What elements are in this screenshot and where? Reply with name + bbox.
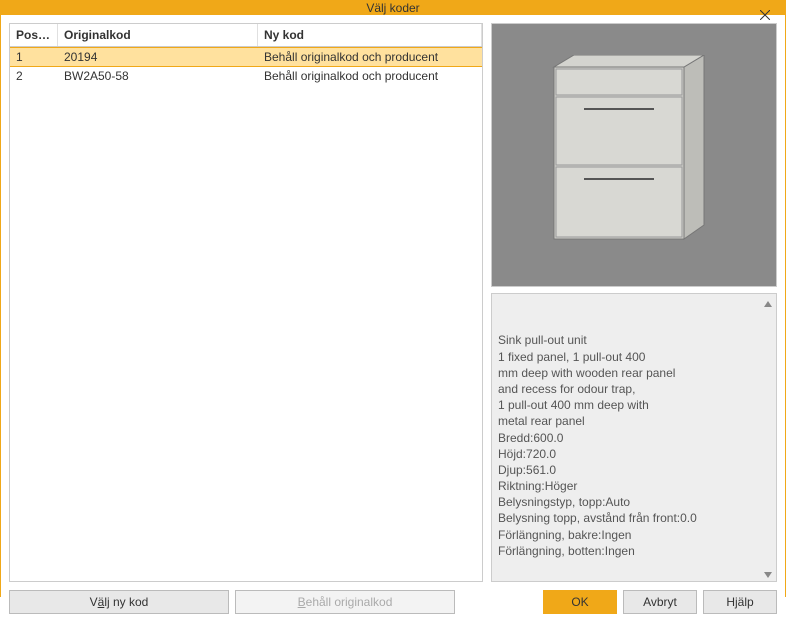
btn-text: ehåll originalkod xyxy=(306,595,393,609)
code-table: Positi… Originalkod Ny kod 120194Behåll … xyxy=(9,23,483,582)
btn-text: Hjälp xyxy=(726,595,753,609)
info-text: Sink pull-out unit 1 fixed panel, 1 pull… xyxy=(498,333,697,557)
btn-text-u: ä xyxy=(98,595,105,609)
valj-ny-kod-button[interactable]: Välj ny kod xyxy=(9,590,229,614)
cabinet-preview-icon xyxy=(544,55,724,255)
btn-text: lj ny kod xyxy=(104,595,148,609)
button-bar: Välj ny kod Behåll originalkod OK Avbryt… xyxy=(9,590,777,614)
table-row[interactable]: 120194Behåll originalkod och producent xyxy=(10,47,482,67)
cell-originalkod: 20194 xyxy=(58,48,258,66)
btn-text: Avbryt xyxy=(643,595,677,609)
scroll-down-icon[interactable] xyxy=(763,568,773,578)
dialog-window: Välj koder Positi… Originalkod Ny kod 12… xyxy=(0,0,786,597)
table-header: Positi… Originalkod Ny kod xyxy=(10,24,482,47)
behall-originalkod-button: Behåll originalkod xyxy=(235,590,455,614)
ok-button[interactable]: OK xyxy=(543,590,617,614)
preview-pane[interactable] xyxy=(491,23,777,287)
table-body: 120194Behåll originalkod och producent2B… xyxy=(10,47,482,581)
titlebar: Välj koder xyxy=(1,1,785,15)
cell-nykod: Behåll originalkod och producent xyxy=(258,67,482,85)
btn-text: V xyxy=(90,595,98,609)
dialog-body: Positi… Originalkod Ny kod 120194Behåll … xyxy=(1,15,785,622)
right-panel: Sink pull-out unit 1 fixed panel, 1 pull… xyxy=(491,23,777,582)
btn-text-u: B xyxy=(298,595,306,609)
cell-position: 1 xyxy=(10,48,58,66)
hjalp-button[interactable]: Hjälp xyxy=(703,590,777,614)
table-row[interactable]: 2BW2A50-58Behåll originalkod och produce… xyxy=(10,67,482,86)
cell-originalkod: BW2A50-58 xyxy=(58,67,258,85)
column-header-nykod[interactable]: Ny kod xyxy=(258,24,482,46)
avbryt-button[interactable]: Avbryt xyxy=(623,590,697,614)
scroll-up-icon[interactable] xyxy=(763,297,773,307)
cell-position: 2 xyxy=(10,67,58,85)
close-icon xyxy=(760,10,770,20)
main-area: Positi… Originalkod Ny kod 120194Behåll … xyxy=(9,23,777,582)
info-box: Sink pull-out unit 1 fixed panel, 1 pull… xyxy=(491,293,777,582)
column-header-position[interactable]: Positi… xyxy=(10,24,58,46)
spacer xyxy=(461,590,537,614)
column-header-originalkod[interactable]: Originalkod xyxy=(58,24,258,46)
dialog-title: Välj koder xyxy=(366,1,419,15)
btn-text: OK xyxy=(571,595,588,609)
cell-nykod: Behåll originalkod och producent xyxy=(258,48,482,66)
